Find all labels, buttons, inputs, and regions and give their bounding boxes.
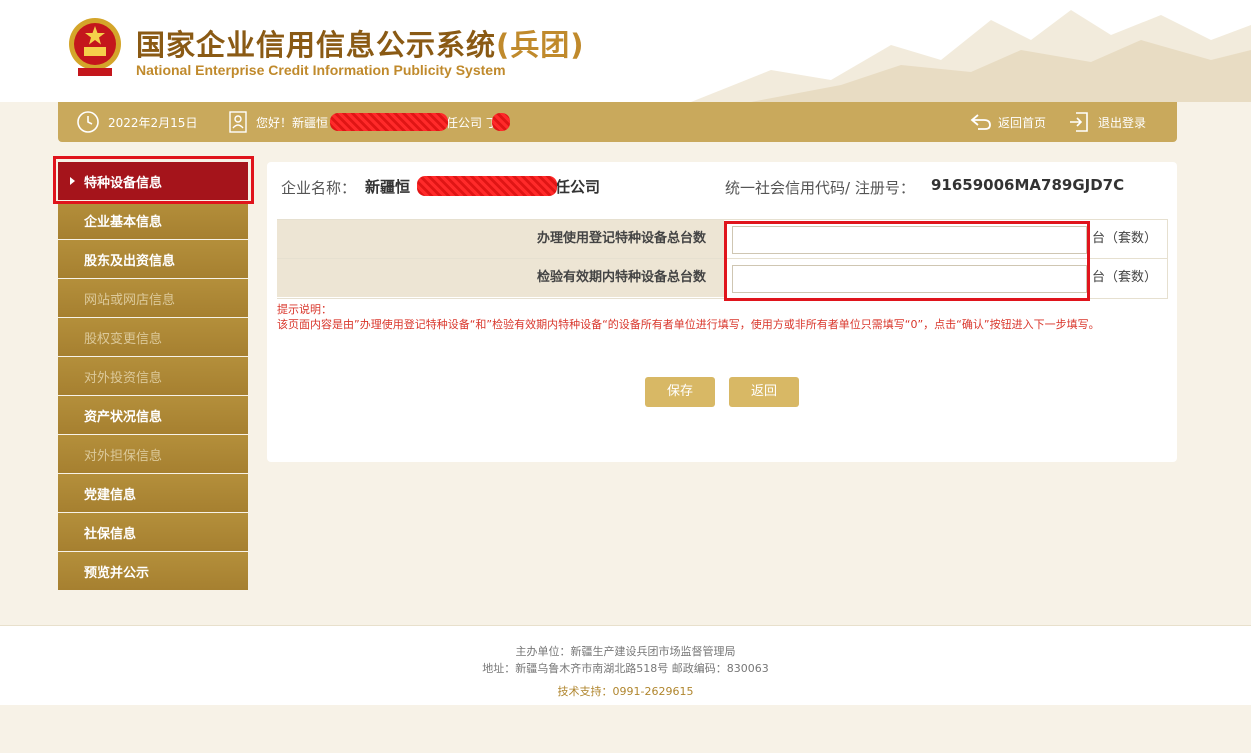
company-name-prefix: 新疆恒: [365, 178, 411, 196]
footer-support: 技术支持：0991-2629615: [557, 685, 694, 698]
site-footer: 主办单位：新疆生产建设兵团市场监督管理局 地址：新疆乌鲁木齐市南湖北路518号 …: [0, 625, 1251, 705]
note-title: 提示说明：: [277, 303, 332, 316]
active-item-highlight: [53, 156, 254, 204]
logout-link[interactable]: 退出登录: [1098, 102, 1146, 142]
sidebar-item-label: 网站或网店信息: [84, 292, 176, 308]
sidebar-nav: 特种设备信息 企业基本信息 股东及出资信息 网站或网店信息 股权变更信息 对外投…: [58, 162, 248, 591]
sidebar-item-label: 对外担保信息: [84, 448, 163, 464]
sidebar-item-label: 对外投资信息: [84, 370, 163, 386]
return-home-icon[interactable]: [970, 102, 992, 142]
redaction-mark: [330, 113, 448, 131]
sidebar-item-label: 股东及出资信息: [84, 253, 176, 269]
sidebar-item-label: 股权变更信息: [84, 331, 163, 347]
sidebar-item-party[interactable]: 党建信息: [58, 474, 248, 512]
back-button[interactable]: 返回: [729, 377, 799, 407]
input-highlight: [724, 221, 1090, 301]
form-divider: [1167, 219, 1168, 299]
sidebar-item-label: 社保信息: [84, 526, 137, 542]
sidebar-item-label: 预览并公示: [84, 565, 150, 581]
redaction-mark: [417, 176, 557, 196]
footer-host: 主办单位：新疆生产建设兵团市场监督管理局: [515, 645, 736, 658]
registered-count-unit: 台（套数）: [1092, 231, 1158, 246]
greeting-prefix: 您好！新疆恒: [256, 115, 329, 130]
sidebar-item-equity-change: 股权变更信息: [58, 318, 248, 356]
main-panel: 企业名称： 新疆恒 责任公司 统一社会信用代码/ 注册号： 91659006MA7…: [267, 162, 1177, 462]
national-emblem-icon: [69, 18, 121, 76]
inspected-count-unit: 台（套数）: [1092, 270, 1158, 285]
sidebar-item-guarantee: 对外担保信息: [58, 435, 248, 473]
logout-icon[interactable]: [1068, 102, 1090, 142]
sidebar-item-basic-info[interactable]: 企业基本信息: [58, 201, 248, 239]
greeting-suffix: 任公司 丁: [446, 115, 498, 130]
note-body: 该页面内容是由”办理使用登记特种设备“和”检验有效期内特种设备“的设备所有者单位…: [277, 318, 1100, 331]
site-title-en: National Enterprise Credit Information P…: [136, 62, 506, 78]
company-name-label: 企业名称：: [281, 179, 357, 197]
mountain-background-decoration: [691, 10, 1251, 102]
sidebar-item-social-security[interactable]: 社保信息: [58, 513, 248, 551]
top-bar: 2022年2月15日 您好！新疆恒 任公司 丁 返回首页 退出登录: [58, 102, 1177, 142]
footer-address: 地址：新疆乌鲁木齐市南湖北路518号 邮政编码：830063: [482, 662, 769, 675]
clock-icon: [76, 102, 100, 142]
user-icon: [228, 102, 248, 142]
sidebar-item-investment: 对外投资信息: [58, 357, 248, 395]
sidebar-item-label: 资产状况信息: [84, 409, 163, 425]
sidebar-item-preview-publish[interactable]: 预览并公示: [58, 552, 248, 590]
current-date: 2022年2月15日: [108, 115, 198, 130]
registered-count-label: 办理使用登记特种设备总台数: [277, 220, 724, 258]
sidebar-item-assets[interactable]: 资产状况信息: [58, 396, 248, 434]
credit-code-label: 统一社会信用代码/ 注册号：: [725, 179, 915, 197]
sidebar-item-website: 网站或网店信息: [58, 279, 248, 317]
save-button[interactable]: 保存: [645, 377, 715, 407]
site-header: 国家企业信用信息公示系统(兵团) National Enterprise Cre…: [0, 0, 1251, 102]
site-title-suffix: (兵团): [496, 28, 585, 62]
redaction-mark: [492, 113, 510, 131]
sidebar-item-label: 党建信息: [84, 487, 137, 503]
site-title-cn: 国家企业信用信息公示系统: [136, 28, 497, 62]
sidebar-item-shareholders[interactable]: 股东及出资信息: [58, 240, 248, 278]
site-title: 国家企业信用信息公示系统(兵团): [136, 22, 585, 64]
credit-code-value: 91659006MA789GJD7C: [931, 176, 1125, 194]
return-home-link[interactable]: 返回首页: [998, 102, 1046, 142]
sidebar-item-label: 企业基本信息: [84, 214, 163, 230]
inspected-count-label: 检验有效期内特种设备总台数: [277, 259, 724, 297]
